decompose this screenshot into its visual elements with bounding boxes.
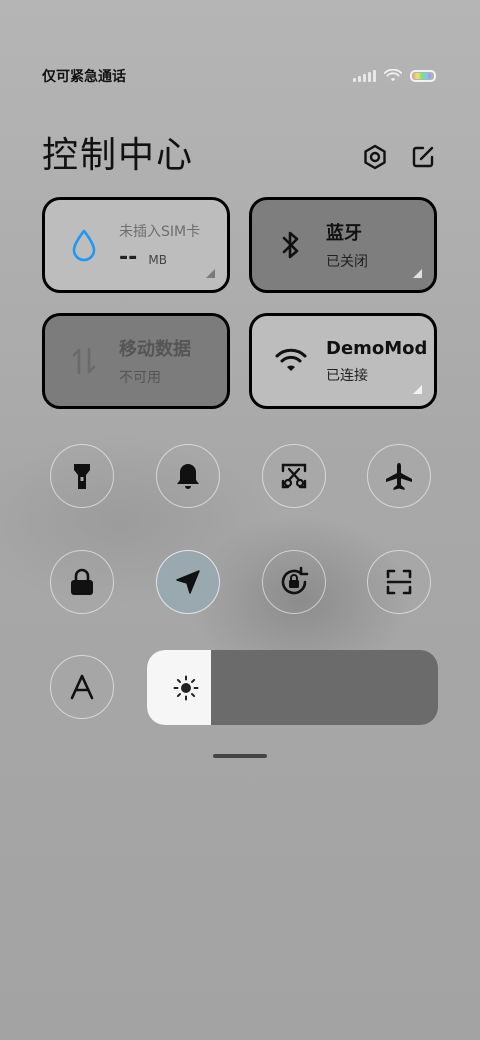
drag-handle[interactable] [213, 754, 267, 758]
bluetooth-icon [274, 228, 308, 262]
data-usage-unit: MB [148, 252, 167, 267]
location-toggle[interactable] [156, 550, 220, 614]
settings-button[interactable] [362, 144, 388, 170]
location-arrow-icon [176, 570, 200, 594]
mobile-data-text: 移动数据 不可用 [119, 335, 191, 387]
bluetooth-tile[interactable]: 蓝牙 已关闭 [249, 197, 437, 293]
wifi-label: DemoMode [326, 337, 426, 359]
rotation-lock-toggle[interactable] [262, 550, 326, 614]
mobile-data-arrows-icon [67, 344, 101, 378]
status-bar: 仅可紧急通话 [42, 64, 436, 88]
bell-icon [177, 464, 199, 489]
edit-icon [412, 146, 434, 168]
airplane-mode-toggle[interactable] [367, 444, 431, 508]
scan-icon [386, 569, 412, 595]
water-drop-icon [67, 228, 101, 262]
tile-expand-corner [413, 385, 422, 394]
wifi-icon [274, 344, 308, 378]
data-usage-value: -- [119, 244, 138, 270]
data-usage-text: 未插入SIM卡 -- MB [119, 221, 200, 270]
mobile-data-tile[interactable]: 移动数据 不可用 [42, 313, 230, 409]
letter-a-icon [70, 674, 94, 700]
status-icons [353, 69, 436, 83]
data-usage-value-row: -- MB [119, 245, 200, 270]
bluetooth-state: 已关闭 [326, 254, 368, 270]
hexagon-gear-icon [364, 144, 386, 170]
battery-icon [410, 70, 436, 82]
lock-icon [71, 568, 93, 595]
wifi-state: 已连接 [326, 367, 368, 384]
rotation-lock-icon [281, 566, 309, 595]
tile-expand-corner [206, 269, 215, 278]
bluetooth-label: 蓝牙 [326, 223, 362, 244]
scissors-icon [281, 463, 307, 489]
data-usage-label: 未插入SIM卡 [119, 223, 201, 240]
wifi-status-icon [384, 69, 402, 82]
header-actions [362, 144, 436, 170]
carrier-text: 仅可紧急通话 [42, 69, 126, 85]
wifi-tile[interactable]: DemoMode 已连接 [249, 313, 437, 409]
font-size-toggle[interactable] [50, 655, 114, 719]
edit-button[interactable] [410, 144, 436, 170]
mobile-data-label: 移动数据 [119, 339, 191, 360]
screenshot-toggle[interactable] [262, 444, 326, 508]
mobile-data-state: 不可用 [119, 370, 161, 386]
signal-icon [353, 70, 376, 82]
mute-toggle[interactable] [156, 444, 220, 508]
flashlight-toggle[interactable] [50, 444, 114, 508]
page-title: 控制中心 [42, 135, 195, 176]
flashlight-icon [74, 464, 90, 489]
brightness-slider[interactable] [147, 650, 438, 725]
scanner-toggle[interactable] [367, 550, 431, 614]
battery-fill [413, 73, 431, 79]
wifi-text: DemoMode 已连接 [326, 338, 426, 385]
sun-icon [173, 675, 199, 701]
data-usage-tile[interactable]: 未插入SIM卡 -- MB [42, 197, 230, 293]
airplane-icon [386, 463, 412, 490]
tile-expand-corner [413, 269, 422, 278]
lock-screen-toggle[interactable] [50, 550, 114, 614]
bluetooth-text: 蓝牙 已关闭 [326, 219, 368, 271]
